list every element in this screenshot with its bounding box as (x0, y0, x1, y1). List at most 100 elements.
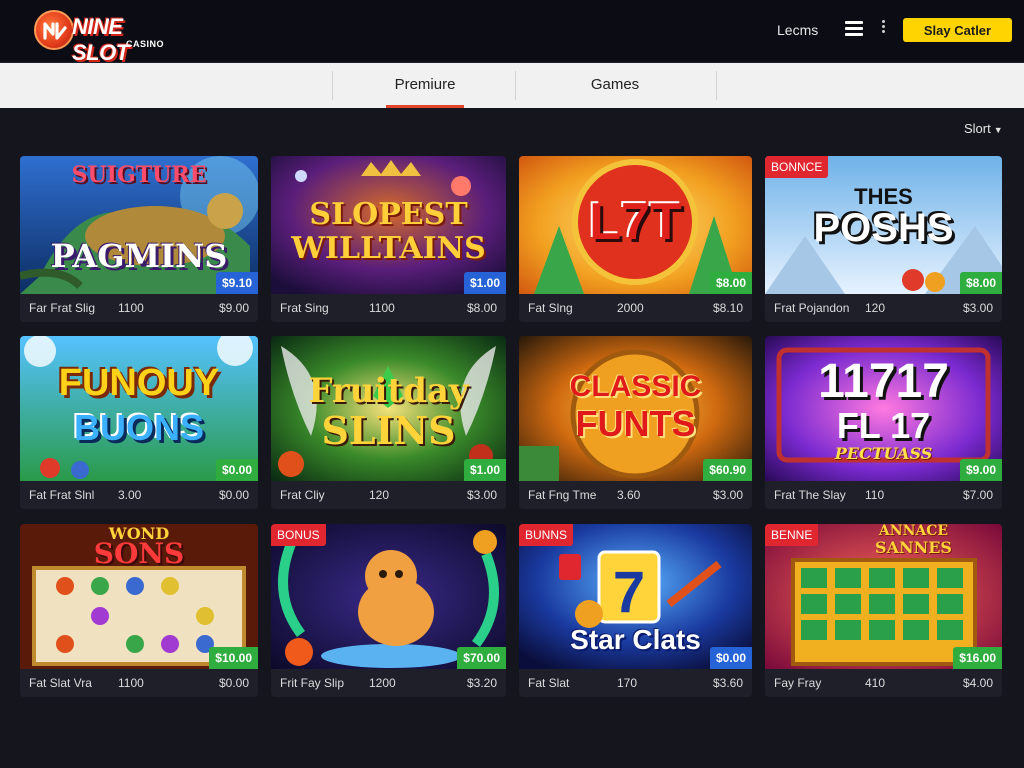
game-title-top: SUIGTURE (71, 162, 207, 188)
game-title-top: CLASSIC (569, 370, 702, 403)
game-thumbnail: 11717 FL 17 PECTUASS $9.00 (765, 336, 1002, 481)
game-card[interactable]: CLASSIC FUNTS $60.90 Fat Fng Tme 3.60 $3… (519, 336, 752, 509)
card-count: 110 (865, 488, 885, 502)
card-name: Frat Pojandon (774, 301, 850, 315)
sort-label: Slort (964, 121, 991, 136)
card-count: 170 (617, 676, 638, 690)
game-card[interactable]: BONNCE THES POSHS $8.00 Frat Pojandon 12… (765, 156, 1002, 322)
game-card[interactable]: BENNE ANNACE SANNES $16.00 Fay Fray 410 … (765, 524, 1002, 697)
card-count: 2000 (617, 301, 644, 315)
card-footer: Frat Sing 1100 $8.00 (271, 294, 506, 322)
logo-subtext: CASINO (126, 39, 165, 49)
card-count: 1100 (118, 301, 144, 315)
card-count: 120 (865, 301, 886, 315)
card-footer: Fat Frat Slnl 3.00 $0.00 (20, 481, 258, 509)
card-count: 410 (865, 676, 886, 690)
tab-games[interactable]: Games (575, 63, 655, 108)
tab-premiure[interactable]: Premiure (386, 63, 464, 108)
card-count: 1200 (369, 676, 396, 690)
card-count: 3.00 (118, 488, 142, 502)
game-thumbnail: CLASSIC FUNTS $60.90 (519, 336, 752, 481)
game-card[interactable]: 11717 FL 17 PECTUASS $9.00 Frat The Slay… (765, 336, 1002, 509)
chevron-down-icon: ▼ (993, 125, 1003, 135)
card-footer: Fat Slng 2000 $8.10 (519, 294, 752, 322)
game-thumbnail: WOND SONS $10.00 (20, 524, 258, 669)
card-name: Far Frat Slig (29, 301, 96, 315)
price-badge: $0.00 (215, 459, 258, 481)
game-title: FUNTS (575, 403, 696, 444)
game-title: SLINS (321, 408, 456, 453)
card-footer: Frit Fay Slip 1200 $3.20 (271, 669, 506, 697)
game-thumbnail: SUIGTURE PAGMINS $9.10 (20, 156, 258, 294)
card-price: $7.00 (962, 488, 993, 502)
card-name: Frat Sing (280, 301, 329, 315)
card-count: 120 (369, 488, 390, 502)
card-price: $3.00 (712, 488, 743, 502)
price-badge: $8.00 (959, 272, 1002, 294)
game-card[interactable]: BONUS $70.00 Frit Fay Slip 1200 $3.20 (271, 524, 506, 697)
sort-dropdown[interactable]: Slort ▼ (964, 121, 1003, 136)
card-footer: Fat Slat Vra 1100 $0.00 (20, 669, 258, 697)
card-count: 3.60 (617, 488, 641, 502)
card-price: $3.60 (712, 676, 743, 690)
card-price: $3.20 (466, 676, 497, 690)
card-price: $0.00 (218, 488, 249, 502)
card-name: Frit Fay Slip (280, 676, 345, 690)
game-thumbnail: SLOPEST WILLTAINS $1.00 (271, 156, 506, 294)
svg-text:7: 7 (613, 560, 645, 625)
game-title-top: Fruitday (308, 371, 469, 411)
card-price: $9.00 (218, 301, 249, 315)
card-name: Fat Frat Slnl (29, 488, 95, 502)
more-options-icon[interactable] (880, 20, 886, 38)
game-title: PAGMINS (50, 237, 228, 275)
card-footer: Frat Cliy 120 $3.00 (271, 481, 506, 509)
card-price: $4.00 (962, 676, 993, 690)
bonus-tag: BONNCE (765, 156, 829, 178)
game-thumbnail: BONUS $70.00 (271, 524, 506, 669)
game-card[interactable]: WOND SONS $10.00 Fat Slat Vra 1100 $0.00 (20, 524, 258, 697)
card-price: $8.00 (466, 301, 497, 315)
game-thumbnail: BENNE ANNACE SANNES $16.00 (765, 524, 1002, 669)
card-price: $3.00 (466, 488, 497, 502)
price-badge: $16.00 (953, 647, 1002, 669)
card-footer: Frat Pojandon 120 $3.00 (765, 294, 1002, 322)
site-logo[interactable]: NINE SLOT CASINO (34, 8, 174, 65)
bonus-tag: BONUS (271, 524, 326, 546)
card-count: 1100 (118, 676, 144, 690)
price-badge: $9.00 (959, 459, 1002, 481)
game-thumbnail: L7T $8.00 (519, 156, 752, 294)
price-badge: $1.00 (463, 272, 506, 294)
card-price: $0.00 (218, 676, 249, 690)
game-title: SONS (93, 537, 185, 570)
game-title: POSHS (813, 206, 954, 250)
game-card[interactable]: 7 BUNNS Star Clats $0.00 Fat Slat 170 $3… (519, 524, 752, 697)
card-name: Frat Cliy (280, 488, 325, 502)
game-card[interactable]: Fruitday SLINS $1.00 Frat Cliy 120 $3.00 (271, 336, 506, 509)
price-badge: $8.00 (709, 272, 752, 294)
game-title: SANNES (875, 538, 952, 557)
price-badge: $10.00 (209, 647, 258, 669)
game-card[interactable]: FUNOUY BUONS $0.00 Fat Frat Slnl 3.00 $0… (20, 336, 258, 509)
price-badge: $70.00 (457, 647, 506, 669)
card-name: Frat The Slay (774, 488, 846, 502)
price-badge: $0.00 (709, 647, 752, 669)
card-name: Fat Slng (528, 301, 573, 315)
game-title: WILLTAINS (291, 231, 486, 266)
game-thumbnail: 7 BUNNS Star Clats $0.00 (519, 524, 752, 669)
game-card[interactable]: SUIGTURE PAGMINS $9.10 Far Frat Slig 110… (20, 156, 258, 322)
card-name: Fat Fng Tme (528, 488, 597, 502)
card-price: $8.10 (712, 301, 743, 315)
game-card[interactable]: SLOPEST WILLTAINS $1.00 Frat Sing 1100 $… (271, 156, 506, 322)
game-card[interactable]: L7T $8.00 Fat Slng 2000 $8.10 (519, 156, 752, 322)
cta-button[interactable]: Slay Catler (903, 18, 1012, 42)
game-title-top: FUNOUY (58, 362, 220, 404)
nav-link[interactable]: Lecms (777, 22, 818, 38)
price-badge: $1.00 (463, 459, 506, 481)
game-thumbnail: Fruitday SLINS $1.00 (271, 336, 506, 481)
hamburger-menu-icon[interactable] (845, 21, 863, 37)
game-thumbnail: FUNOUY BUONS $0.00 (20, 336, 258, 481)
game-title-top: THES (854, 184, 913, 209)
tab-bar: Premiure Games (0, 63, 1024, 108)
card-price: $3.00 (962, 301, 993, 315)
logo-emblem-icon (34, 10, 74, 50)
